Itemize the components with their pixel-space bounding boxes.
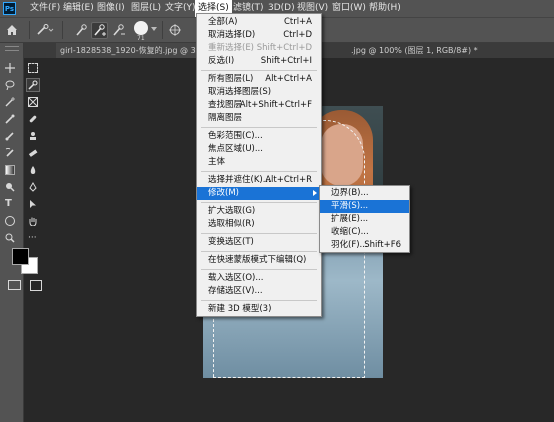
menu-item-deselect-layers[interactable]: 取消选择图层(S) [197,86,321,99]
zoom-tool-icon[interactable] [5,233,15,243]
menu-separator [201,70,317,71]
menu-item-transform-selection[interactable]: 变换选区(T) [197,236,321,249]
menu-item-focus-area[interactable]: 焦点区域(U)... [197,143,321,156]
type-tool-icon[interactable]: T [5,199,15,209]
menu-item-modify[interactable]: 修改(M) [197,187,321,200]
divider [62,21,63,39]
quick-selection-tool-icon[interactable] [26,78,40,92]
menu-item-reselect[interactable]: 重新选择(E) Shift+Ctrl+D [197,42,321,55]
menu-edit[interactable]: 编辑(E) [60,0,97,17]
menu-item-contract[interactable]: 收缩(C)... [320,226,409,239]
menu-item-grow[interactable]: 扩大选取(G) [197,205,321,218]
menu-item-feather[interactable]: 羽化(F)... Shift+F6 [320,239,409,252]
select-menu: 全部(A) Ctrl+A 取消选择(D) Ctrl+D 重新选择(E) Shift+C… [196,13,322,317]
submenu-arrow-icon [313,190,317,196]
brush-preview-icon[interactable] [134,21,148,35]
clone-stamp-tool-icon[interactable] [28,131,38,141]
menu-type[interactable]: 文字(Y) [162,0,199,17]
menu-help[interactable]: 帮助(H) [366,0,404,17]
pen-tool-icon[interactable] [28,182,38,192]
menu-item-border[interactable]: 边界(B)... [320,187,409,200]
menu-separator [201,171,317,172]
tab-document-2[interactable]: .jpg @ 100% (图层 1, RGB/8#) * [347,43,482,58]
menu-item-similar[interactable]: 选取相似(R) [197,218,321,231]
menu-item-new-3d-model[interactable]: 新建 3D 模型(3) [197,303,321,316]
new-selection-icon[interactable] [73,22,90,39]
lasso-tool-icon[interactable] [5,80,15,91]
menu-separator [201,269,317,270]
chevron-down-icon[interactable] [151,27,157,31]
menu-separator [201,127,317,128]
eyedropper-tool-icon[interactable] [5,114,15,124]
ellipse-tool-icon[interactable] [5,216,15,226]
menu-item-load-selection[interactable]: 载入选区(O)... [197,272,321,285]
add-to-selection-icon[interactable] [91,22,108,39]
menu-item-select-and-mask[interactable]: 选择并遮住(K)... Alt+Ctrl+R [197,174,321,187]
menu-item-expand[interactable]: 扩展(E)... [320,213,409,226]
marquee-tool-icon[interactable] [28,63,38,73]
magic-wand-tool-icon[interactable] [5,97,15,107]
menu-separator [201,233,317,234]
history-brush-tool-icon[interactable] [5,147,15,158]
crop-tool-icon[interactable] [28,97,38,107]
hand-tool-icon[interactable] [28,216,38,227]
menu-item-save-selection[interactable]: 存储选区(V)... [197,285,321,298]
photoshop-logo: Ps [3,2,16,15]
divider [29,21,30,39]
dodge-tool-icon[interactable] [5,182,15,192]
menu-layer[interactable]: 图层(L) [128,0,164,17]
more-tools-icon[interactable]: ··· [28,233,38,243]
menu-item-smooth[interactable]: 平滑(S)... [320,200,409,213]
menu-item-quick-mask[interactable]: 在快速蒙版模式下编辑(Q) [197,254,321,267]
menu-item-all-layers[interactable]: 所有图层(L) Alt+Ctrl+A [197,73,321,86]
brush-size-value: 71 [137,35,145,42]
blur-tool-icon[interactable] [28,165,38,175]
foreground-color-swatch[interactable] [12,248,29,265]
menu-window[interactable]: 窗口(W) [329,0,369,17]
divider [162,21,163,39]
quick-mask-icon[interactable] [8,280,21,290]
menu-separator [201,251,317,252]
toolbox: T ··· [0,43,42,422]
menu-item-inverse[interactable]: 反选(I) Shift+Ctrl+I [197,55,321,68]
brush-tool-icon[interactable] [5,131,15,141]
gradient-tool-icon[interactable] [5,165,15,175]
move-tool-icon[interactable] [5,63,15,73]
quick-select-preset-icon[interactable] [36,24,54,36]
screen-mode-icon[interactable] [30,280,42,291]
menu-item-deselect[interactable]: 取消选择(D) Ctrl+D [197,29,321,42]
menu-separator [201,300,317,301]
path-selection-tool-icon[interactable] [28,199,38,209]
modify-submenu: 边界(B)... 平滑(S)... 扩展(E)... 收缩(C)... 羽化(F… [319,185,410,253]
menu-item-subject[interactable]: 主体 [197,156,321,169]
menu-item-find-layers[interactable]: 查找图层 Alt+Shift+Ctrl+F [197,99,321,112]
healing-brush-tool-icon[interactable] [28,114,38,124]
menu-item-color-range[interactable]: 色彩范围(C)... [197,130,321,143]
menu-item-select-all[interactable]: 全部(A) Ctrl+A [197,16,321,29]
eraser-tool-icon[interactable] [28,148,38,158]
home-icon[interactable] [5,23,19,37]
toolbox-grip[interactable] [5,46,19,51]
subtract-from-selection-icon[interactable] [110,22,127,39]
menu-file[interactable]: 文件(F) [27,0,63,17]
brush-angle-icon[interactable] [168,23,182,37]
menu-separator [201,202,317,203]
menu-item-isolate-layers[interactable]: 隔离图层 [197,112,321,125]
menu-image[interactable]: 图像(I) [94,0,128,17]
